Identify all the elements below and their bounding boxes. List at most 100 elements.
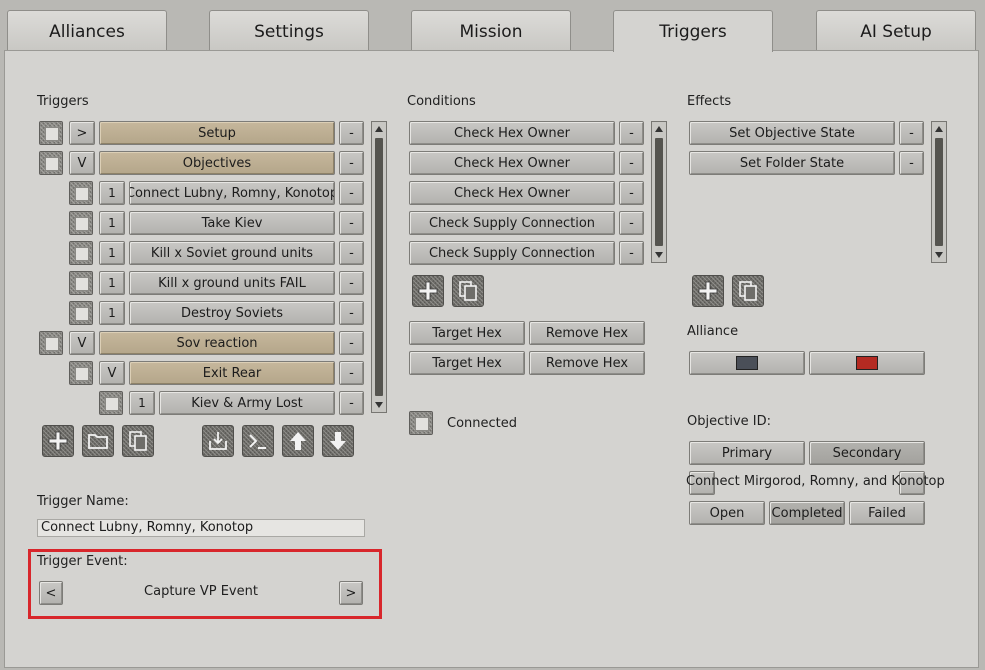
add-effect-button[interactable] bbox=[692, 275, 724, 307]
effects-scrollbar[interactable] bbox=[931, 121, 947, 263]
scroll-thumb[interactable] bbox=[655, 138, 663, 246]
tab-alliances[interactable]: Alliances bbox=[7, 10, 167, 50]
condition-item[interactable]: Check Hex Owner bbox=[409, 121, 615, 145]
scroll-thumb[interactable] bbox=[375, 138, 383, 396]
condition-remove-button[interactable]: - bbox=[619, 121, 644, 145]
alliance-allied-button[interactable] bbox=[809, 351, 925, 375]
trigger-expander[interactable]: > bbox=[69, 121, 95, 145]
scroll-down-icon[interactable] bbox=[653, 249, 665, 261]
trigger-remove-button[interactable]: - bbox=[339, 331, 364, 355]
scroll-down-icon[interactable] bbox=[933, 249, 945, 261]
trigger-order[interactable]: 1 bbox=[99, 181, 125, 205]
trigger-checkbox[interactable] bbox=[39, 121, 63, 145]
trigger-item[interactable]: Kill x Soviet ground units bbox=[129, 241, 335, 265]
condition-item[interactable]: Check Hex Owner bbox=[409, 151, 615, 175]
trigger-checkbox[interactable] bbox=[39, 331, 63, 355]
trigger-remove-button[interactable]: - bbox=[339, 301, 364, 325]
effect-item[interactable]: Set Folder State bbox=[689, 151, 895, 175]
trigger-remove-button[interactable]: - bbox=[339, 181, 364, 205]
trigger-item[interactable]: Sov reaction bbox=[99, 331, 335, 355]
scroll-up-icon[interactable] bbox=[933, 123, 945, 135]
trigger-expander[interactable]: V bbox=[69, 151, 95, 175]
trigger-item[interactable]: Connect Lubny, Romny, Konotop bbox=[129, 181, 335, 205]
condition-remove-button[interactable]: - bbox=[619, 181, 644, 205]
scroll-thumb[interactable] bbox=[935, 138, 943, 246]
scroll-down-icon[interactable] bbox=[373, 399, 385, 411]
tab-ai-setup[interactable]: AI Setup bbox=[816, 10, 976, 50]
trigger-order[interactable]: 1 bbox=[99, 241, 125, 265]
trigger-expander[interactable]: V bbox=[99, 361, 125, 385]
target-hex-button[interactable]: Target Hex bbox=[409, 321, 525, 345]
trigger-name-input[interactable]: Connect Lubny, Romny, Konotop bbox=[37, 519, 365, 537]
effect-item[interactable]: Set Objective State bbox=[689, 121, 895, 145]
condition-remove-button[interactable]: - bbox=[619, 241, 644, 265]
tab-settings[interactable]: Settings bbox=[209, 10, 369, 50]
scroll-up-icon[interactable] bbox=[373, 123, 385, 135]
trigger-remove-button[interactable]: - bbox=[339, 151, 364, 175]
event-next-button[interactable]: > bbox=[339, 581, 363, 605]
script-button[interactable] bbox=[242, 425, 274, 457]
trigger-remove-button[interactable]: - bbox=[339, 361, 364, 385]
remove-hex-button[interactable]: Remove Hex bbox=[529, 351, 645, 375]
condition-item[interactable]: Check Supply Connection bbox=[409, 211, 615, 235]
trigger-checkbox[interactable] bbox=[69, 211, 93, 235]
trigger-remove-button[interactable]: - bbox=[339, 211, 364, 235]
trigger-item[interactable]: Kill x ground units FAIL bbox=[129, 271, 335, 295]
tab-mission[interactable]: Mission bbox=[411, 10, 571, 50]
trigger-item[interactable]: Setup bbox=[99, 121, 335, 145]
trigger-item[interactable]: Kiev & Army Lost bbox=[159, 391, 335, 415]
trigger-checkbox[interactable] bbox=[69, 361, 93, 385]
trigger-order[interactable]: 1 bbox=[99, 271, 125, 295]
plus-icon bbox=[48, 431, 68, 451]
trigger-checkbox[interactable] bbox=[69, 241, 93, 265]
trigger-order[interactable]: 1 bbox=[99, 211, 125, 235]
trigger-item[interactable]: Destroy Soviets bbox=[129, 301, 335, 325]
effect-remove-button[interactable]: - bbox=[899, 151, 924, 175]
trigger-order[interactable]: 1 bbox=[129, 391, 155, 415]
tab-triggers[interactable]: Triggers bbox=[613, 10, 773, 52]
conditions-scrollbar[interactable] bbox=[651, 121, 667, 263]
state-open-button[interactable]: Open bbox=[689, 501, 765, 525]
trigger-checkbox[interactable] bbox=[69, 271, 93, 295]
plus-icon bbox=[698, 281, 718, 301]
condition-remove-button[interactable]: - bbox=[619, 211, 644, 235]
trigger-remove-button[interactable]: - bbox=[339, 121, 364, 145]
triggers-scrollbar[interactable] bbox=[371, 121, 387, 413]
trigger-item[interactable]: Take Kiev bbox=[129, 211, 335, 235]
state-failed-button[interactable]: Failed bbox=[849, 501, 925, 525]
condition-item[interactable]: Check Hex Owner bbox=[409, 181, 615, 205]
trigger-item[interactable]: Objectives bbox=[99, 151, 335, 175]
add-condition-button[interactable] bbox=[412, 275, 444, 307]
trigger-checkbox[interactable] bbox=[99, 391, 123, 415]
trigger-item[interactable]: Exit Rear bbox=[129, 361, 335, 385]
copy-condition-button[interactable] bbox=[452, 275, 484, 307]
import-button[interactable] bbox=[202, 425, 234, 457]
move-up-button[interactable] bbox=[282, 425, 314, 457]
condition-remove-button[interactable]: - bbox=[619, 151, 644, 175]
target-hex-button[interactable]: Target Hex bbox=[409, 351, 525, 375]
add-folder-button[interactable] bbox=[82, 425, 114, 457]
copy-trigger-button[interactable] bbox=[122, 425, 154, 457]
move-down-button[interactable] bbox=[322, 425, 354, 457]
primary-button[interactable]: Primary bbox=[689, 441, 805, 465]
effect-remove-button[interactable]: - bbox=[899, 121, 924, 145]
trigger-remove-button[interactable]: - bbox=[339, 241, 364, 265]
alliance-axis-button[interactable] bbox=[689, 351, 805, 375]
trigger-checkbox[interactable] bbox=[69, 301, 93, 325]
effects-heading: Effects bbox=[687, 94, 732, 109]
scroll-up-icon[interactable] bbox=[653, 123, 665, 135]
condition-item[interactable]: Check Supply Connection bbox=[409, 241, 615, 265]
trigger-remove-button[interactable]: - bbox=[339, 271, 364, 295]
trigger-checkbox[interactable] bbox=[39, 151, 63, 175]
secondary-button[interactable]: Secondary bbox=[809, 441, 925, 465]
copy-effect-button[interactable] bbox=[732, 275, 764, 307]
state-completed-button[interactable]: Completed bbox=[769, 501, 845, 525]
event-prev-button[interactable]: < bbox=[39, 581, 63, 605]
trigger-checkbox[interactable] bbox=[69, 181, 93, 205]
remove-hex-button[interactable]: Remove Hex bbox=[529, 321, 645, 345]
trigger-order[interactable]: 1 bbox=[99, 301, 125, 325]
trigger-expander[interactable]: V bbox=[69, 331, 95, 355]
add-trigger-button[interactable] bbox=[42, 425, 74, 457]
connected-checkbox[interactable] bbox=[409, 411, 433, 435]
trigger-remove-button[interactable]: - bbox=[339, 391, 364, 415]
